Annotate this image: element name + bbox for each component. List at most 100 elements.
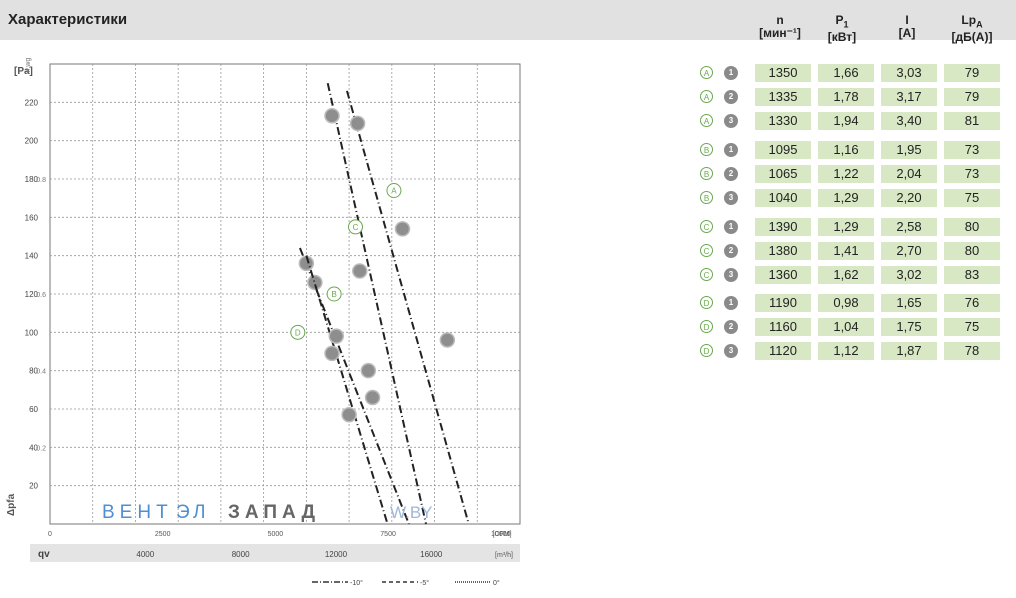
table-cell-p1: 1,66 xyxy=(818,64,874,82)
data-point xyxy=(341,407,357,423)
table-cell-p1: 1,04 xyxy=(818,318,874,336)
table-cell-n: 1040 xyxy=(755,189,811,207)
col-lpa-sub: A xyxy=(976,19,983,30)
table-cell-lpa: 76 xyxy=(944,294,1000,312)
table-cell-i: 3,40 xyxy=(881,112,937,130)
table-cell-n: 1390 xyxy=(755,218,811,236)
alt-y-tick-label: 0.2 xyxy=(36,445,46,452)
col-i-unit: [A] xyxy=(898,26,916,40)
curve-badge: B xyxy=(700,143,713,156)
y-tick-label: 160 xyxy=(25,213,39,222)
table-cell-i: 2,70 xyxy=(881,242,937,260)
series-label-text: C xyxy=(353,223,359,232)
table-row: C 2 1380 1,41 2,70 80 xyxy=(700,242,1010,260)
curve-badge: D xyxy=(700,344,713,357)
table-row: B 1 1095 1,16 1,95 73 xyxy=(700,141,1010,159)
curve-badge: A xyxy=(700,90,713,103)
table-cell-n: 1360 xyxy=(755,266,811,284)
x-m3h-tick-label: 16000 xyxy=(420,550,443,559)
page-title: Характеристики xyxy=(8,11,128,28)
point-badge: 2 xyxy=(724,90,738,104)
table-cell-lpa: 80 xyxy=(944,218,1000,236)
table-cell-p1: 1,78 xyxy=(818,88,874,106)
y-tick-label: 200 xyxy=(25,137,39,146)
table-cell-lpa: 73 xyxy=(944,141,1000,159)
table-row: C 3 1360 1,62 3,02 83 xyxy=(700,266,1010,284)
y-tick-label: 100 xyxy=(25,328,39,337)
point-badge: 3 xyxy=(724,114,738,128)
col-lpa-unit: [дБ(A)] xyxy=(951,30,993,45)
table-row: B 2 1065 1,22 2,04 73 xyxy=(700,165,1010,183)
col-lpa-label: LpA xyxy=(942,14,1002,31)
data-point xyxy=(352,263,368,279)
y-tick-label: 220 xyxy=(25,98,39,107)
col-head-n: n [мин⁻¹] xyxy=(750,14,810,40)
table-cell-lpa: 80 xyxy=(944,242,1000,260)
x-cfm-tick-label: 0 xyxy=(48,531,52,538)
table-cell-p1: 1,29 xyxy=(818,189,874,207)
table-cell-p1: 0,98 xyxy=(818,294,874,312)
table-cell-p1: 1,94 xyxy=(818,112,874,130)
table-cell-p1: 1,29 xyxy=(818,218,874,236)
col-head-p1: P1 [кВт] xyxy=(812,14,872,44)
table-cell-i: 2,20 xyxy=(881,189,937,207)
performance-chart: 204060801001201401601802002200.20.40.60.… xyxy=(6,58,521,587)
table-cell-n: 1350 xyxy=(755,64,811,82)
curve-badge: D xyxy=(700,320,713,333)
x-cfm-unit: [CFM] xyxy=(492,531,511,538)
table-cell-i: 3,02 xyxy=(881,266,937,284)
x-cfm-tick-label: 5000 xyxy=(268,531,284,538)
y-tick-label: 60 xyxy=(29,405,38,414)
table-cell-i: 1,75 xyxy=(881,318,937,336)
data-point xyxy=(328,328,345,344)
table-cell-i: 2,04 xyxy=(881,165,937,183)
table-row: D 3 1120 1,12 1,87 78 xyxy=(700,342,1010,360)
series-label-text: D xyxy=(295,328,301,337)
curve-badge: D xyxy=(700,296,713,309)
data-point xyxy=(360,362,377,379)
x-cfm-tick-label: 7500 xyxy=(380,531,396,538)
point-badge: 1 xyxy=(724,220,738,234)
point-badge: 1 xyxy=(724,143,738,157)
col-p1-unit: [кВт] xyxy=(827,30,857,45)
table-cell-p1: 1,41 xyxy=(818,242,874,260)
legend-label: -5° xyxy=(420,579,429,587)
table-cell-i: 1,65 xyxy=(881,294,937,312)
table-cell-lpa: 83 xyxy=(944,266,1000,284)
curve-badge: A xyxy=(700,66,713,79)
col-p1-sub: 1 xyxy=(843,19,849,30)
point-badge: 2 xyxy=(724,320,738,334)
table-cell-lpa: 73 xyxy=(944,165,1000,183)
table-cell-n: 1160 xyxy=(755,318,811,336)
table-row: A 3 1330 1,94 3,40 81 xyxy=(700,112,1010,130)
x-m3h-unit: [m³/h] xyxy=(495,552,513,559)
table-cell-lpa: 75 xyxy=(944,189,1000,207)
x-axis-bar xyxy=(30,544,520,562)
data-point xyxy=(439,332,456,348)
alt-y-tick-label: 0.4 xyxy=(36,369,46,376)
table-cell-n: 1120 xyxy=(755,342,811,360)
col-n-unit: [мин⁻¹] xyxy=(759,26,801,40)
table-cell-i: 2,58 xyxy=(881,218,937,236)
table-row: D 1 1190 0,98 1,65 76 xyxy=(700,294,1010,312)
table-row: C 1 1390 1,29 2,58 80 xyxy=(700,218,1010,236)
data-point xyxy=(349,115,366,132)
table-cell-i: 1,87 xyxy=(881,342,937,360)
table-cell-n: 1190 xyxy=(755,294,811,312)
point-badge: 2 xyxy=(724,167,738,181)
y-axis-label: Δpfa xyxy=(6,493,17,516)
table-cell-lpa: 79 xyxy=(944,64,1000,82)
table-cell-n: 1380 xyxy=(755,242,811,260)
col-p1-top: P xyxy=(835,13,844,27)
table-cell-p1: 1,62 xyxy=(818,266,874,284)
table-cell-i: 3,03 xyxy=(881,64,937,82)
alt-y-tick-label: 0.6 xyxy=(36,292,46,299)
header-bar: Характеристики n [мин⁻¹] P1 [кВт] I [A] … xyxy=(0,0,1016,44)
table-cell-p1: 1,22 xyxy=(818,165,874,183)
col-lpa-top: Lp xyxy=(961,13,977,27)
watermark-part-b: ЭЛ xyxy=(176,502,210,523)
series-label-text: A xyxy=(391,187,397,196)
col-head-lpa: LpA [дБ(A)] xyxy=(942,14,1002,44)
table-cell-lpa: 75 xyxy=(944,318,1000,336)
series-label-text: B xyxy=(331,290,336,299)
